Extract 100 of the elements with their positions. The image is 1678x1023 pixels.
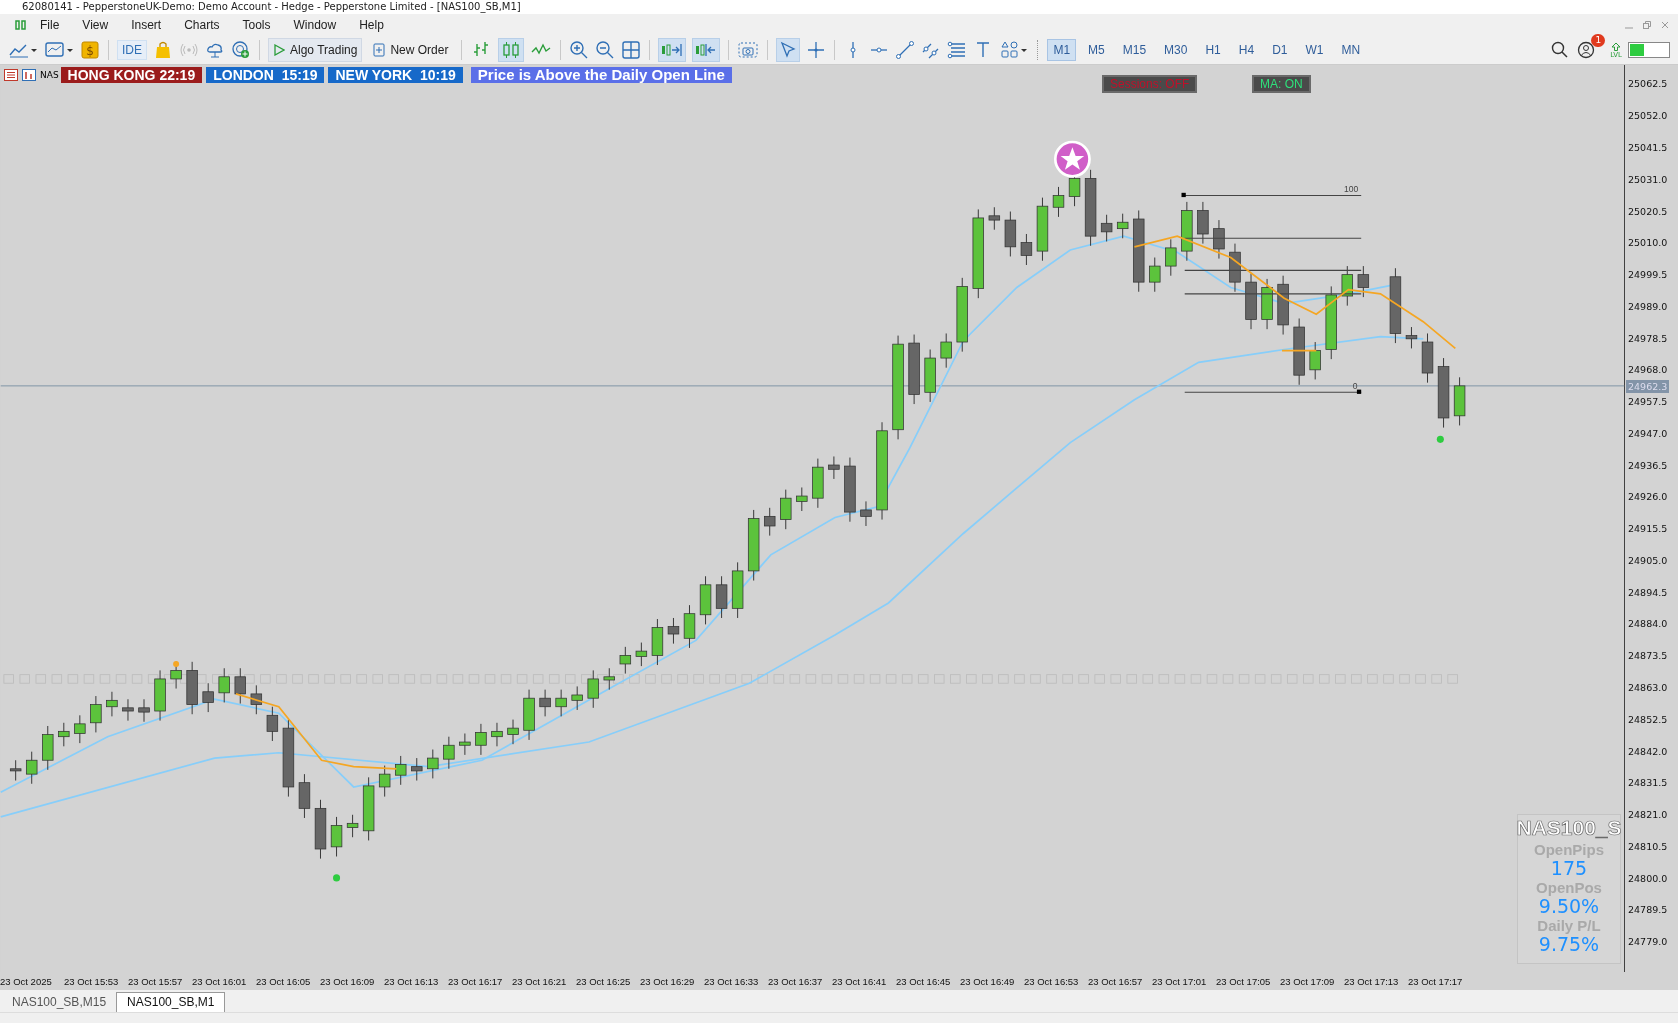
price-tick: 24936.5 <box>1627 459 1669 472</box>
price-tick: 25010.0 <box>1627 236 1669 249</box>
close-icon[interactable] <box>1660 19 1670 30</box>
candlestick <box>1277 275 1289 336</box>
time-tick: 23 Oct 16:09 <box>320 975 376 987</box>
camera-icon[interactable] <box>737 40 760 61</box>
menu-item[interactable]: Charts <box>184 17 235 32</box>
time-tick: 23 Oct 17:01 <box>1152 975 1208 987</box>
candlestick <box>619 646 632 675</box>
candlestick <box>362 777 375 842</box>
play-icon <box>273 44 285 57</box>
signal-banner: Price is Above the Daily Open Line <box>470 67 732 84</box>
battery-icon <box>1628 42 1670 59</box>
trendline-icon[interactable] <box>895 40 916 61</box>
candlestick <box>908 334 920 405</box>
candlestick <box>507 719 519 746</box>
candlestick <box>667 617 680 645</box>
timeframe-button[interactable]: MN <box>1335 39 1367 62</box>
candlestick <box>314 799 327 860</box>
symbol-label: NAS <box>40 70 59 81</box>
candlestick <box>780 489 792 531</box>
fibonacci-anchor[interactable] <box>1181 193 1186 198</box>
info-symbol: NAS100_S <box>1516 815 1622 842</box>
session-clock: LONDON 15:19 <box>206 67 325 84</box>
zoom-in-icon[interactable] <box>569 40 590 61</box>
candlestick <box>828 456 840 480</box>
time-tick: 23 Oct 16:29 <box>640 975 696 987</box>
candlestick <box>411 758 423 782</box>
fibonacci-level-line[interactable] <box>1184 293 1362 295</box>
grid-icon[interactable] <box>621 40 642 61</box>
candlestick <box>475 723 487 756</box>
menu-item[interactable]: File <box>40 17 75 32</box>
candlestick <box>651 619 664 666</box>
time-tick: 23 Oct 16:13 <box>384 975 440 987</box>
signal-plus-icon[interactable] <box>231 40 251 61</box>
candlestick <box>58 722 70 748</box>
user-icon[interactable] <box>1576 40 1597 61</box>
time-tick: 23 Oct 16:17 <box>448 975 504 987</box>
candlestick <box>443 736 455 770</box>
candlestick <box>186 661 198 716</box>
candlestick <box>1197 201 1209 245</box>
chart-tab[interactable]: NAS100_SB,M1 <box>116 992 226 1013</box>
price-tick: 25041.5 <box>1627 141 1669 154</box>
time-tick: 23 Oct 2025 <box>0 975 53 987</box>
menu-item[interactable]: Tools <box>242 17 286 32</box>
fibonacci-level-line[interactable] <box>1184 238 1362 240</box>
candlestick <box>523 689 535 741</box>
current-price-label: 24962.3 <box>1626 380 1670 394</box>
timeframe-button[interactable]: W1 <box>1299 39 1330 62</box>
candlestick <box>1036 197 1049 262</box>
toggle-button[interactable]: MA: ON <box>1252 75 1311 94</box>
candlestick <box>1245 273 1257 331</box>
timeframe-button[interactable]: M5 <box>1082 39 1111 62</box>
price-tick: 24894.5 <box>1627 586 1669 599</box>
candlestick <box>699 576 712 626</box>
menu-item[interactable]: Window <box>293 17 352 32</box>
zoom-out-icon[interactable] <box>595 40 616 61</box>
algo-trading-button[interactable]: Algo Trading <box>268 38 363 63</box>
crosshair-icon[interactable] <box>806 40 827 61</box>
timeframe-button[interactable]: H1 <box>1199 39 1227 62</box>
price-tick: 24978.5 <box>1627 332 1669 345</box>
timeframe-button[interactable]: M30 <box>1158 39 1194 62</box>
candlestick <box>1293 318 1305 386</box>
window-title: 62080141 - PepperstoneUK-Demo: Demo Account - Hedge - Pepperstone Limited - [NAS100_SB,M1] <box>22 1 521 13</box>
menu-item[interactable]: View <box>82 17 124 32</box>
candlestick <box>122 699 134 722</box>
candlestick <box>988 207 1001 231</box>
chart-window-icon[interactable] <box>22 69 36 82</box>
fibonacci-anchor[interactable] <box>1356 390 1362 395</box>
restore-icon[interactable] <box>1642 19 1652 30</box>
menu-item[interactable]: Insert <box>131 17 177 32</box>
new-order-button[interactable]: New Order <box>368 38 454 63</box>
candlestick <box>26 751 38 785</box>
price-tick: 24852.5 <box>1627 713 1669 726</box>
timeframe-button[interactable]: H4 <box>1232 39 1261 62</box>
fibonacci-icon[interactable] <box>947 40 968 61</box>
timeframe-button[interactable]: M1 <box>1047 39 1077 62</box>
price-tick: 24831.5 <box>1627 776 1669 789</box>
candlestick <box>1020 233 1033 266</box>
fibonacci-level-line[interactable] <box>1184 270 1362 272</box>
chart-list-icon[interactable] <box>4 69 18 82</box>
time-tick: 23 Oct 15:57 <box>128 975 184 987</box>
candlestick <box>1213 220 1225 260</box>
price-tick: 24915.5 <box>1627 522 1669 535</box>
time-tick: 23 Oct 16:33 <box>704 975 760 987</box>
dollar-icon[interactable]: $ <box>80 40 100 61</box>
candlestick <box>1004 211 1017 258</box>
price-tick: 24905.0 <box>1627 554 1669 567</box>
price-tick: 24884.0 <box>1627 617 1669 630</box>
ide-button[interactable]: IDE <box>117 40 147 61</box>
info-value: 175 <box>1550 858 1588 880</box>
fibonacci-level-line[interactable] <box>1184 195 1362 197</box>
chart-tab[interactable]: NAS100_SB,M15 <box>2 993 117 1013</box>
candlestick <box>138 699 150 723</box>
candlestick <box>1261 278 1273 331</box>
menu-item[interactable]: Help <box>359 17 399 32</box>
timeframe-button[interactable]: D1 <box>1266 39 1294 62</box>
shapes-dropdown-icon[interactable] <box>999 40 1030 61</box>
timeframe-button[interactable]: M15 <box>1116 39 1153 62</box>
price-tick: 24957.5 <box>1627 395 1669 408</box>
